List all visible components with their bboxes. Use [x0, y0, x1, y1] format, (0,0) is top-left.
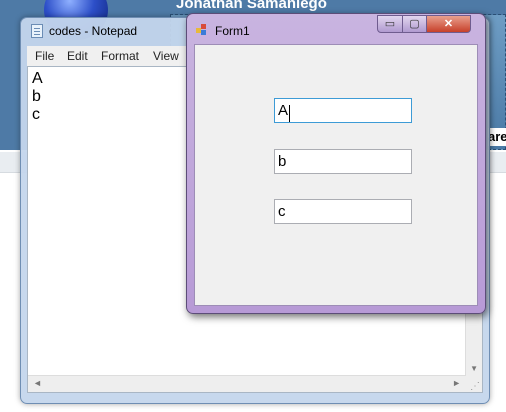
background-app-title: Jonathan Samaniego	[176, 0, 327, 12]
close-icon: ✕	[443, 18, 454, 30]
menu-view[interactable]: View	[153, 49, 179, 63]
form1-window[interactable]: Form1 ▭ ▢ ✕	[186, 13, 486, 314]
background-side-label: are	[488, 128, 506, 146]
menu-edit[interactable]: Edit	[67, 49, 88, 63]
text-line: c	[32, 106, 40, 123]
menu-format[interactable]: Format	[101, 49, 139, 63]
scroll-left-arrow-icon[interactable]: ◄	[33, 378, 42, 388]
menu-file[interactable]: File	[35, 49, 54, 63]
text-line: b	[32, 88, 41, 105]
close-button[interactable]: ✕	[426, 15, 471, 33]
resize-grip-icon[interactable]	[466, 376, 482, 392]
text-line: A	[32, 70, 43, 87]
textbox-1[interactable]	[274, 98, 412, 123]
horizontal-scrollbar[interactable]: ◄ ►	[28, 375, 466, 392]
notepad-title: codes - Notepad	[49, 24, 138, 38]
form-app-icon	[196, 24, 208, 36]
textbox-2[interactable]	[274, 149, 412, 174]
minimize-button[interactable]: ▭	[377, 15, 403, 33]
text-caret	[289, 105, 290, 122]
textbox-3[interactable]	[274, 199, 412, 224]
maximize-icon: ▢	[409, 18, 420, 30]
scroll-right-arrow-icon[interactable]: ►	[452, 378, 461, 388]
form1-client-area	[194, 44, 478, 306]
minimize-icon: ▭	[384, 18, 396, 30]
form1-titlebar[interactable]: Form1 ▭ ▢ ✕	[187, 14, 485, 42]
notepad-icon	[31, 24, 43, 38]
scroll-down-arrow-icon[interactable]: ▼	[470, 364, 478, 373]
maximize-button[interactable]: ▢	[402, 15, 427, 33]
form1-title: Form1	[215, 24, 250, 38]
